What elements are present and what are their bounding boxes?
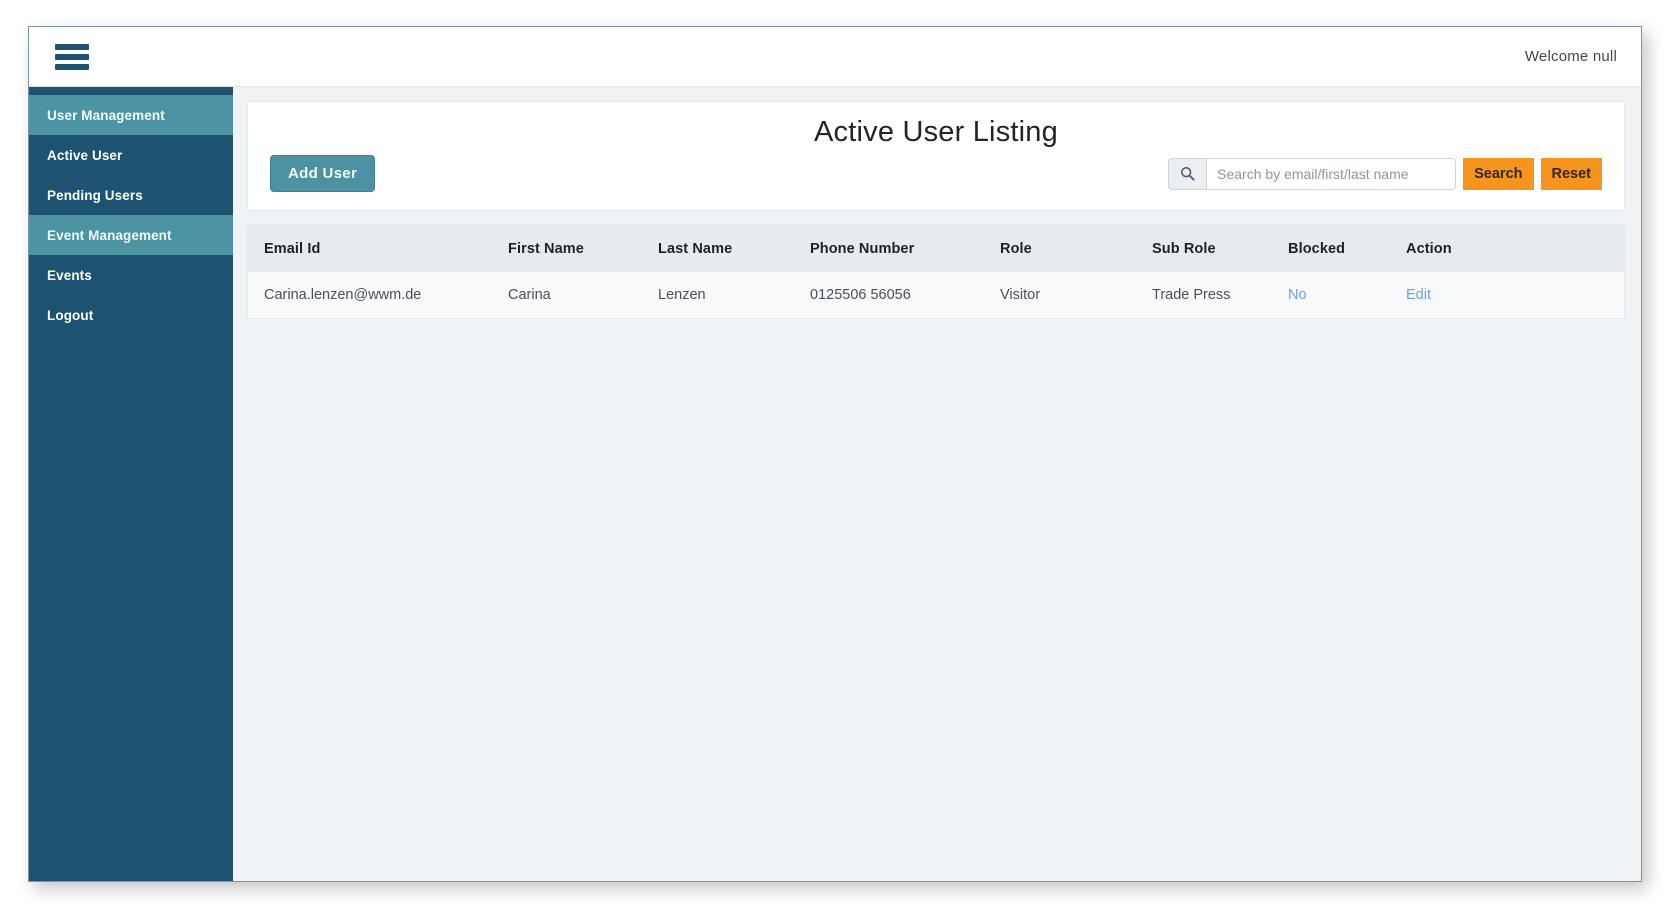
sidebar-item-pending-users[interactable]: Pending Users	[29, 175, 233, 215]
cell-role: Visitor	[1000, 272, 1152, 318]
body-split: User Management Active User Pending User…	[29, 87, 1641, 881]
sidebar-item-label: Active User	[47, 147, 123, 163]
column-header-email: Email Id	[264, 241, 321, 257]
column-header-sub-role: Sub Role	[1152, 241, 1216, 257]
reset-button[interactable]: Reset	[1540, 157, 1602, 190]
listing-header-card: Active User Listing Add User Search Rese…	[247, 101, 1625, 211]
sidebar-item-events[interactable]: Events	[29, 255, 233, 295]
search-icon	[1168, 157, 1207, 190]
page-title: Active User Listing	[814, 116, 1058, 148]
search-input[interactable]	[1206, 157, 1457, 190]
sidebar-item-label: Pending Users	[47, 187, 143, 203]
hamburger-bar	[55, 43, 89, 50]
table-header-row: Email Id First Name Last Name Phone Numb…	[248, 226, 1624, 272]
cell-blocked[interactable]: No	[1288, 272, 1406, 318]
hamburger-bar	[55, 53, 89, 60]
welcome-label: Welcome null	[1524, 48, 1617, 65]
sidebar-top-spacer	[29, 87, 233, 95]
hamburger-bar	[55, 63, 89, 70]
sidebar-item-user-management[interactable]: User Management	[29, 95, 233, 135]
cell-email: Carina.lenzen@wwm.de	[248, 272, 508, 318]
column-header-phone: Phone Number	[810, 241, 915, 257]
user-table-card: Email Id First Name Last Name Phone Numb…	[247, 225, 1625, 319]
add-user-button[interactable]: Add User	[270, 155, 376, 192]
cell-sub-role: Trade Press	[1152, 272, 1288, 318]
cell-phone: 0125506 56056	[810, 272, 1000, 318]
sidebar-item-label: User Management	[47, 107, 165, 123]
main-content: Active User Listing Add User Search Rese…	[233, 87, 1641, 881]
top-bar: Welcome null	[29, 27, 1641, 87]
cell-first-name: Carina	[508, 272, 658, 318]
column-header-first-name: First Name	[508, 241, 584, 257]
sidebar-item-label: Events	[47, 267, 92, 283]
sidebar-item-label: Event Management	[47, 227, 172, 243]
search-button[interactable]: Search	[1463, 157, 1534, 190]
column-header-action: Action	[1406, 241, 1452, 257]
search-group: Search Reset	[1168, 157, 1602, 190]
sidebar-item-label: Logout	[47, 307, 94, 323]
sidebar: User Management Active User Pending User…	[29, 87, 233, 881]
table-row: Carina.lenzen@wwm.de Carina Lenzen 01255…	[248, 272, 1624, 318]
hamburger-icon[interactable]	[55, 43, 89, 70]
column-header-role: Role	[1000, 241, 1032, 257]
table-body: Carina.lenzen@wwm.de Carina Lenzen 01255…	[248, 272, 1624, 318]
column-header-blocked: Blocked	[1288, 241, 1346, 257]
edit-link[interactable]: Edit	[1406, 272, 1624, 318]
column-header-last-name: Last Name	[658, 241, 733, 257]
content-filler	[247, 319, 1625, 881]
cell-last-name: Lenzen	[658, 272, 810, 318]
sidebar-item-event-management[interactable]: Event Management	[29, 215, 233, 255]
app-window: Welcome null User Management Active User…	[28, 26, 1642, 882]
user-table: Email Id First Name Last Name Phone Numb…	[248, 226, 1624, 318]
sidebar-item-active-user[interactable]: Active User	[29, 135, 233, 175]
table-head: Email Id First Name Last Name Phone Numb…	[248, 226, 1624, 272]
sidebar-item-logout[interactable]: Logout	[29, 295, 233, 335]
listing-controls: Add User Search Reset	[270, 155, 1602, 192]
